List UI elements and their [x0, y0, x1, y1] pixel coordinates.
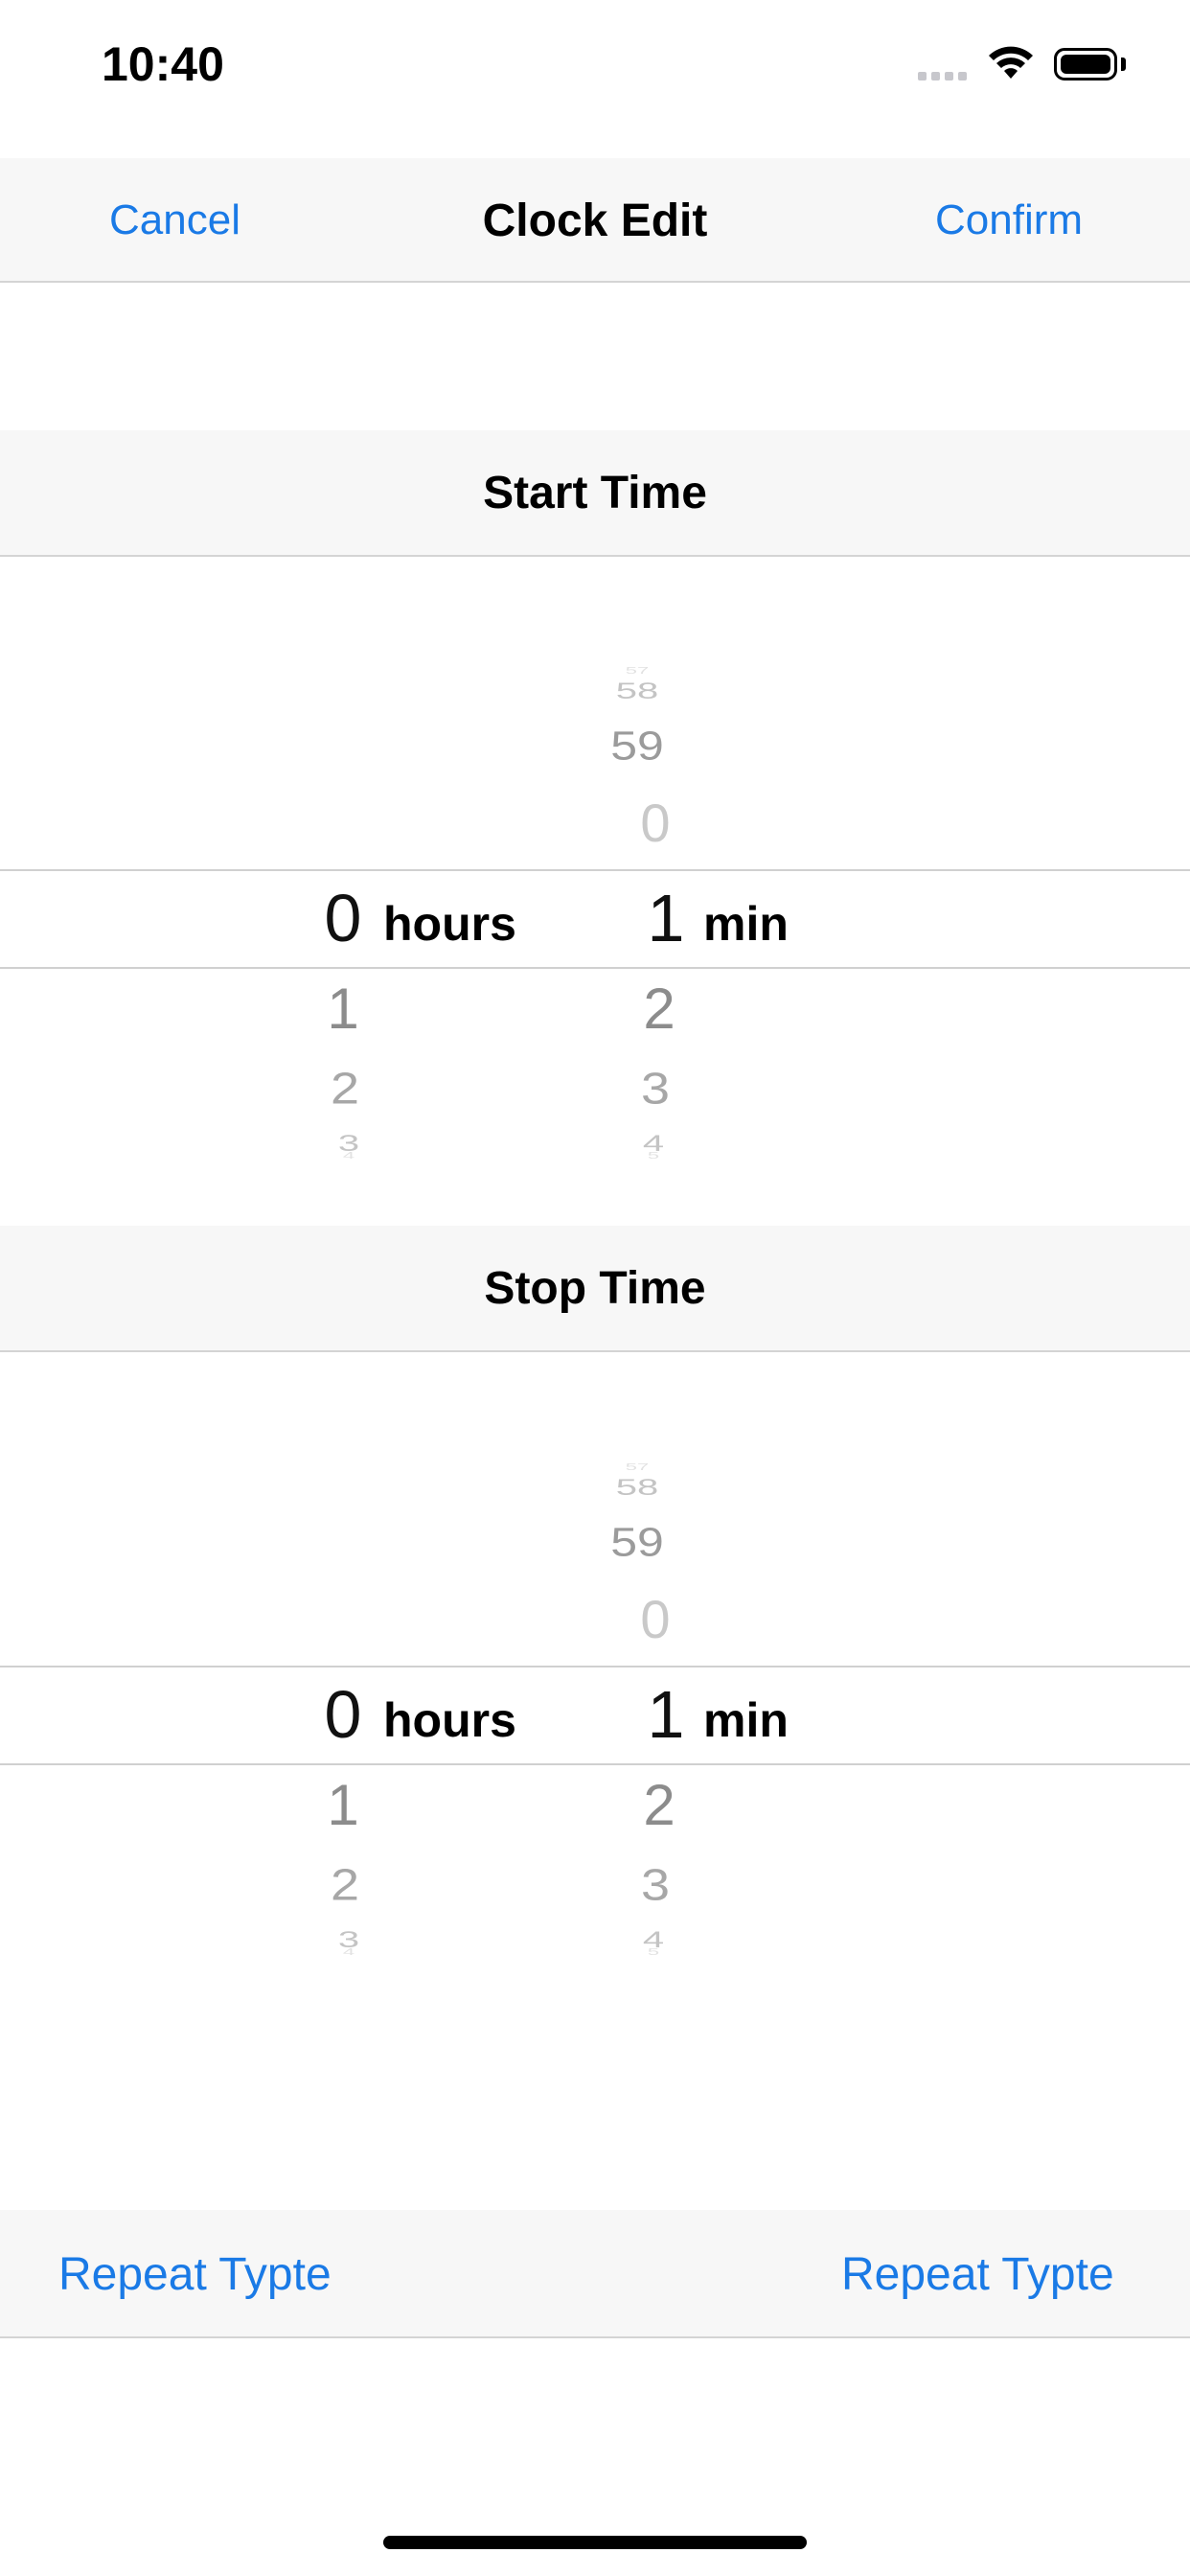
stop-time-title: Stop Time	[484, 1263, 706, 1314]
minute-option[interactable]: 5	[596, 1151, 711, 1161]
wifi-icon	[989, 46, 1033, 79]
minute-option[interactable]: 59	[580, 725, 695, 767]
hour-option[interactable]: 1	[286, 980, 400, 1038]
minute-option[interactable]: 59	[580, 1522, 695, 1563]
minute-option[interactable]: 2	[602, 980, 717, 1038]
hour-option[interactable]: 4	[291, 1947, 406, 1957]
minute-option[interactable]: 57	[580, 1462, 695, 1472]
stop-time-header: Stop Time	[0, 1226, 1190, 1352]
nav-bar: Cancel Clock Edit Confirm	[0, 158, 1190, 283]
hour-option[interactable]: 2	[287, 1863, 402, 1907]
minute-option[interactable]: 3	[598, 1863, 713, 1907]
hour-option[interactable]: 1	[286, 1777, 400, 1834]
min-unit-label: min	[703, 1693, 789, 1747]
repeat-type-bar: Repeat Typte Repeat Typte	[0, 2210, 1190, 2338]
repeat-type-left-button[interactable]: Repeat Typte	[58, 2248, 332, 2301]
repeat-type-right-button[interactable]: Repeat Typte	[841, 2248, 1114, 2301]
minute-option[interactable]: 58	[580, 679, 695, 702]
selection-band	[0, 1666, 1190, 1765]
minute-option[interactable]: 5	[596, 1947, 711, 1957]
battery-cap	[1121, 58, 1126, 71]
hours-unit-label: hours	[383, 1693, 516, 1747]
stop-time-picker[interactable]: 57 58 59 0 0 hours 1 min 1 2 2 3 3 4 4 5	[0, 1355, 1190, 1968]
minute-option[interactable]: 58	[580, 1476, 695, 1499]
start-time-picker[interactable]: 57 58 59 0 0 hours 1 min 1 2 2 3 3 4 4 5	[0, 559, 1190, 1172]
minute-option[interactable]: 2	[602, 1777, 717, 1834]
status-time: 10:40	[102, 37, 224, 91]
minute-option[interactable]: 57	[580, 666, 695, 676]
minute-option[interactable]: 3	[598, 1067, 713, 1111]
start-time-header: Start Time	[0, 430, 1190, 557]
hours-unit-label: hours	[383, 897, 516, 951]
signal-icon	[918, 72, 967, 80]
hour-option[interactable]: 2	[287, 1067, 402, 1111]
confirm-button[interactable]: Confirm	[935, 196, 1083, 244]
minute-option[interactable]: 0	[598, 1593, 713, 1646]
selection-band	[0, 869, 1190, 969]
battery-icon	[1054, 48, 1117, 80]
hour-option[interactable]: 4	[291, 1151, 406, 1161]
start-time-title: Start Time	[483, 468, 707, 518]
minute-option[interactable]: 0	[598, 796, 713, 850]
min-unit-label: min	[703, 897, 789, 951]
home-indicator[interactable]	[383, 2536, 807, 2549]
